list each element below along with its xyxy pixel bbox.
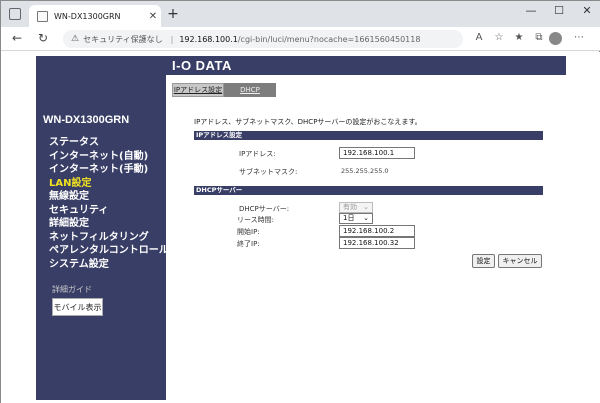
- brand-logo: I-O DATA: [172, 58, 232, 73]
- minimize-button[interactable]: —: [521, 4, 541, 17]
- end-ip-label: 終了IP:: [237, 240, 260, 248]
- ip-section-heading: IPアドレス設定: [194, 131, 543, 140]
- favorites-icon[interactable]: ★: [511, 32, 527, 43]
- header-bar: I-O DATA: [166, 56, 566, 75]
- sidebar-item-parental-control[interactable]: ペアレンタルコントロール: [49, 244, 169, 258]
- browser-tab[interactable]: WN-DX1300GRN ✕: [29, 5, 161, 27]
- ip-address-input[interactable]: 192.168.100.1: [339, 147, 415, 159]
- sidebar-item-security[interactable]: セキュリティ: [49, 204, 169, 218]
- new-tab-button[interactable]: +: [165, 6, 181, 22]
- start-ip-input[interactable]: 192.168.100.2: [339, 225, 415, 237]
- tab-dhcp[interactable]: DHCP: [224, 83, 276, 97]
- router-page: WN-DX1300GRN ステータス インターネット(自動) インターネット(手…: [1, 52, 600, 403]
- warning-triangle-icon[interactable]: ⚠: [71, 34, 79, 44]
- dhcp-server-value: 有効: [343, 203, 357, 211]
- back-arrow-icon[interactable]: ←: [9, 31, 25, 45]
- profile-avatar-icon[interactable]: [549, 32, 562, 45]
- detail-guide-link[interactable]: 詳細ガイド: [52, 284, 92, 295]
- dhcp-server-select: 有効 ⌄: [339, 202, 373, 213]
- lease-time-select[interactable]: 1日 ⌄: [339, 213, 373, 224]
- sidebar-item-advanced[interactable]: 詳細設定: [49, 217, 169, 231]
- browser-toolbar: ← ↻ ⚠ セキュリティ保護なし | 192.168.100.1/cgi-bin…: [1, 27, 600, 51]
- favorite-add-icon[interactable]: ☆: [491, 32, 507, 43]
- tab-strip: WN-DX1300GRN ✕ + — ☐ ✕: [1, 1, 600, 27]
- end-ip-input[interactable]: 192.168.100.32: [339, 237, 415, 249]
- url-text[interactable]: 192.168.100.1/cgi-bin/luci/menu?nocache=…: [179, 35, 420, 44]
- subnet-mask-label: サブネットマスク:: [239, 168, 298, 176]
- page-favicon-icon: [37, 10, 48, 22]
- dhcp-section-heading: DHCPサーバー: [194, 186, 543, 195]
- url-host: 192.168.100.1: [179, 34, 238, 44]
- chevron-down-icon: ⌄: [363, 203, 369, 211]
- tab-ip-address[interactable]: IPアドレス設定: [172, 83, 224, 97]
- sidebar-item-system[interactable]: システム設定: [49, 258, 169, 272]
- sidebar-item-lan[interactable]: LAN設定: [49, 177, 169, 191]
- ip-address-label: IPアドレス:: [239, 150, 276, 158]
- dhcp-server-label: DHCPサーバー:: [239, 205, 290, 213]
- apply-button[interactable]: 設定: [472, 254, 495, 268]
- url-path: /cgi-bin/luci/menu?nocache=1661560450118: [237, 34, 421, 44]
- page-description: IPアドレス、サブネットマスク、DHCPサーバーの設定がおこなえます。: [194, 118, 422, 126]
- close-window-button[interactable]: ✕: [577, 4, 597, 17]
- reload-icon[interactable]: ↻: [35, 31, 51, 45]
- sidebar-item-wireless[interactable]: 無線設定: [49, 190, 169, 204]
- mobile-view-button[interactable]: モバイル表示: [52, 298, 103, 316]
- address-bar[interactable]: ⚠ セキュリティ保護なし | 192.168.100.1/cgi-bin/luc…: [63, 30, 463, 48]
- read-aloud-icon[interactable]: A: [471, 32, 487, 43]
- tab-title: WN-DX1300GRN: [54, 11, 121, 21]
- collections-icon[interactable]: ⧉: [531, 32, 547, 43]
- sidebar-item-internet-auto[interactable]: インターネット(自動): [49, 150, 169, 164]
- address-separator: |: [170, 34, 174, 44]
- chevron-down-icon: ⌄: [363, 214, 369, 222]
- sidebar: WN-DX1300GRN ステータス インターネット(自動) インターネット(手…: [36, 56, 169, 400]
- security-label[interactable]: セキュリティ保護なし: [83, 34, 163, 45]
- lease-time-label: リース時間:: [237, 216, 275, 224]
- sidebar-item-status[interactable]: ステータス: [49, 136, 169, 150]
- lease-time-value: 1日: [343, 214, 355, 222]
- more-menu-icon[interactable]: ⋯: [571, 32, 587, 43]
- maximize-button[interactable]: ☐: [549, 4, 569, 17]
- sidebar-menu: ステータス インターネット(自動) インターネット(手動) LAN設定 無線設定…: [49, 136, 169, 271]
- start-ip-label: 開始IP:: [237, 228, 260, 236]
- cancel-button[interactable]: キャンセル: [498, 254, 542, 268]
- subnet-mask-value: 255.255.255.0: [341, 167, 389, 175]
- sidebar-item-net-filtering[interactable]: ネットフィルタリング: [49, 231, 169, 245]
- tab-close-icon[interactable]: ✕: [145, 11, 161, 22]
- model-name: WN-DX1300GRN: [43, 114, 130, 126]
- sidebar-item-internet-manual[interactable]: インターネット(手動): [49, 163, 169, 177]
- browser-window: WN-DX1300GRN ✕ + — ☐ ✕ ← ↻ ⚠ セキュリティ保護なし …: [0, 0, 600, 403]
- tab-actions-icon[interactable]: [9, 8, 21, 20]
- settings-tabs: IPアドレス設定 DHCP: [172, 83, 276, 97]
